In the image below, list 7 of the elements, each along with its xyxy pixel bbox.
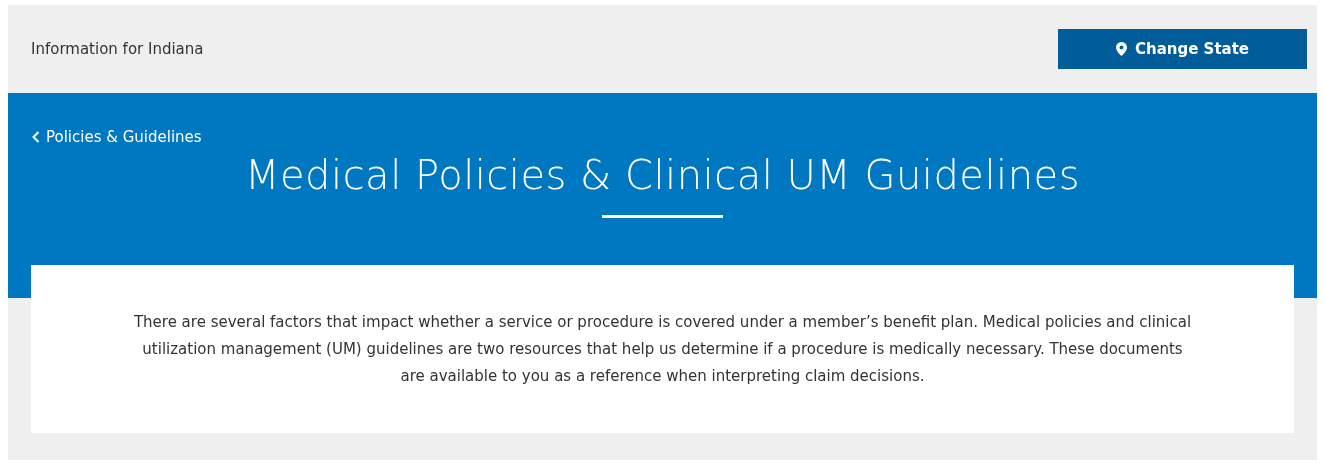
map-pin-icon bbox=[1115, 42, 1127, 56]
page-title: Medical Policies & Clinical UM Guidelines bbox=[244, 154, 1081, 195]
back-link[interactable]: Policies & Guidelines bbox=[32, 126, 202, 149]
intro-paragraph: There are several factors that impact whether a service or procedure is covered under a member’s benefit plan. Medical policies and clinical utilization management (UM) guidelines are two resources that help us determine if a procedure is medically necessary. These documents are available to you as a reference when interpreting claim decisions. bbox=[132, 311, 1193, 387]
change-state-button[interactable]: Change State bbox=[1058, 29, 1307, 69]
chevron-left-icon bbox=[32, 131, 40, 144]
location-text: Information for Indiana bbox=[31, 38, 204, 60]
